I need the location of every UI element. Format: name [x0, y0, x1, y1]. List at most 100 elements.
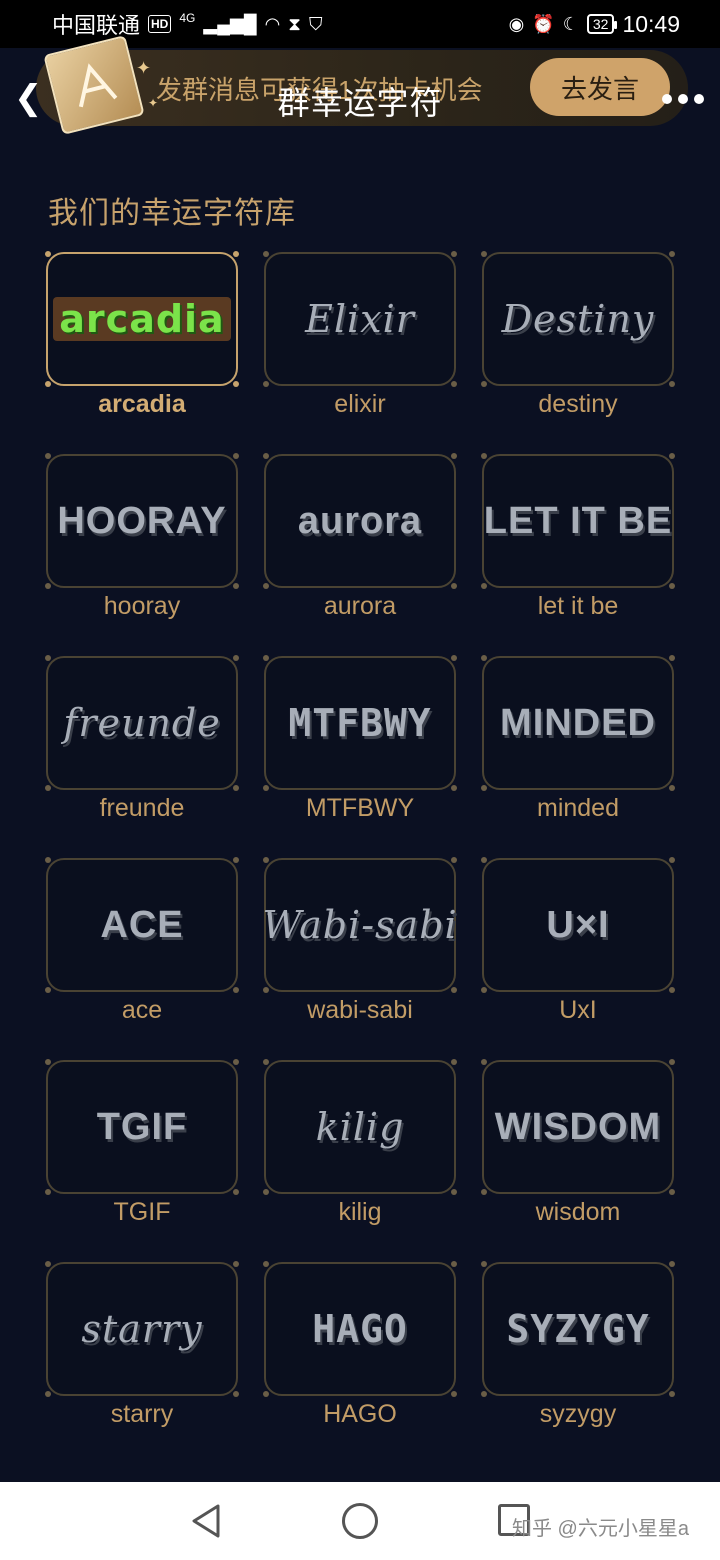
- corner-dot-icon: [263, 1391, 269, 1397]
- card-frame[interactable]: Wabi-sabi: [262, 857, 458, 993]
- character-logo: HAGO: [312, 1307, 408, 1351]
- card-frame[interactable]: MTFBWY: [263, 655, 457, 791]
- wifi-icon: ◠: [264, 13, 281, 34]
- character-logo: MINDED: [500, 701, 656, 744]
- lucky-character-card[interactable]: arcadia arcadia: [45, 251, 239, 454]
- card-frame[interactable]: Elixir: [263, 251, 457, 387]
- card-frame[interactable]: aurora: [263, 453, 457, 589]
- character-logo: arcadia: [53, 297, 231, 341]
- nav-home-icon[interactable]: [342, 1503, 378, 1539]
- lucky-character-card[interactable]: aurora aurora: [263, 453, 457, 656]
- corner-dot-icon: [451, 1059, 457, 1065]
- corner-dot-icon: [233, 453, 239, 459]
- corner-dot-icon: [481, 583, 487, 589]
- corner-dot-icon: [45, 655, 51, 661]
- card-label: let it be: [537, 592, 619, 620]
- card-label: aurora: [323, 592, 397, 620]
- lucky-character-card[interactable]: HAGO HAGO: [263, 1261, 457, 1464]
- lucky-character-card[interactable]: Destiny destiny: [481, 251, 675, 454]
- card-frame[interactable]: MINDED: [481, 655, 675, 791]
- card-frame[interactable]: SYZYGY: [481, 1261, 675, 1397]
- corner-dot-icon: [263, 1261, 269, 1267]
- card-label: destiny: [538, 390, 618, 418]
- hd-badge: HD: [148, 15, 172, 33]
- lucky-character-card[interactable]: WISDOM wisdom: [481, 1059, 675, 1262]
- character-logo: LET IT BE: [483, 499, 673, 542]
- card-label: HAGO: [323, 1400, 397, 1428]
- card-frame[interactable]: Destiny: [481, 251, 675, 387]
- corner-dot-icon: [669, 1261, 675, 1267]
- signal-bars-icon: ▂▄▆█: [203, 13, 257, 34]
- corner-dot-icon: [481, 1059, 487, 1065]
- lucky-character-card[interactable]: Wabi-sabi wabi-sabi: [262, 857, 458, 1060]
- corner-dot-icon: [45, 251, 51, 257]
- corner-dot-icon: [481, 251, 487, 257]
- page-title: 群幸运字符: [277, 85, 443, 121]
- lucky-character-card[interactable]: starry starry: [45, 1261, 239, 1464]
- section-title: 我们的幸运字符库: [48, 197, 296, 230]
- corner-dot-icon: [481, 655, 487, 661]
- corner-dot-icon: [233, 251, 239, 257]
- lucky-character-card[interactable]: MTFBWY MTFBWY: [263, 655, 457, 858]
- character-logo: Elixir: [305, 297, 415, 341]
- corner-dot-icon: [45, 1059, 51, 1065]
- corner-dot-icon: [481, 381, 487, 387]
- lucky-character-card[interactable]: HOORAY hooray: [45, 453, 239, 656]
- card-frame[interactable]: kilig: [263, 1059, 457, 1195]
- corner-dot-icon: [481, 1189, 487, 1195]
- shield-icon: ⛉: [308, 13, 323, 34]
- lucky-character-card[interactable]: kilig kilig: [263, 1059, 457, 1262]
- card-label: wisdom: [535, 1198, 621, 1226]
- lucky-character-card[interactable]: TGIF TGIF: [45, 1059, 239, 1262]
- top-header: ✦ ✦ 发群消息可获得1次抽卡机会 去发言 ❮ 群幸运字符: [0, 35, 720, 138]
- character-logo: HOORAY: [57, 499, 227, 542]
- corner-dot-icon: [451, 453, 457, 459]
- lucky-character-card[interactable]: freunde freunde: [45, 655, 239, 858]
- card-frame[interactable]: ACE: [45, 857, 239, 993]
- lucky-character-card[interactable]: ACE ace: [45, 857, 239, 1060]
- corner-dot-icon: [481, 785, 487, 791]
- corner-dot-icon: [233, 1391, 239, 1397]
- corner-dot-icon: [669, 857, 675, 863]
- corner-dot-icon: [263, 1189, 269, 1195]
- system-nav-bar: 知乎 @六元小星星a: [0, 1482, 720, 1560]
- status-left: 中国联通 HD 4G ▂▄▆█ ◠ ⧗ ⛉: [52, 8, 322, 40]
- card-frame[interactable]: starry: [45, 1261, 239, 1397]
- character-logo: Wabi-sabi: [262, 903, 458, 947]
- corner-dot-icon: [669, 453, 675, 459]
- carrier-label: 中国联通: [52, 13, 141, 38]
- card-frame[interactable]: LET IT BE: [481, 453, 675, 589]
- corner-dot-icon: [233, 1059, 239, 1065]
- corner-dot-icon: [451, 251, 457, 257]
- card-label: kilig: [338, 1198, 382, 1226]
- lucky-character-grid: arcadia arcadia Elixir elixir Destiny destiny…: [45, 251, 676, 1464]
- card-frame[interactable]: freunde: [45, 655, 239, 791]
- card-frame[interactable]: U×I: [481, 857, 675, 993]
- corner-dot-icon: [45, 381, 51, 387]
- corner-dot-icon: [451, 987, 457, 993]
- lucky-character-card[interactable]: LET IT BE let it be: [481, 453, 675, 656]
- lucky-character-card[interactable]: Elixir elixir: [263, 251, 457, 454]
- more-options-button[interactable]: [662, 94, 704, 104]
- corner-dot-icon: [451, 857, 457, 863]
- character-logo: starry: [81, 1307, 203, 1351]
- card-label: arcadia: [98, 390, 186, 418]
- card-frame[interactable]: arcadia: [45, 251, 239, 387]
- lucky-character-card[interactable]: MINDED minded: [481, 655, 675, 858]
- card-frame[interactable]: HAGO: [263, 1261, 457, 1397]
- lucky-character-card[interactable]: SYZYGY syzygy: [481, 1261, 675, 1464]
- lucky-character-card[interactable]: U×I UxI: [481, 857, 675, 1060]
- corner-dot-icon: [45, 987, 51, 993]
- corner-dot-icon: [451, 1391, 457, 1397]
- corner-dot-icon: [233, 785, 239, 791]
- more-dot-icon: [694, 94, 704, 104]
- card-frame[interactable]: TGIF: [45, 1059, 239, 1195]
- card-frame[interactable]: WISDOM: [481, 1059, 675, 1195]
- corner-dot-icon: [481, 453, 487, 459]
- character-logo: MTFBWY: [288, 701, 432, 745]
- nav-back-icon[interactable]: [188, 1502, 224, 1540]
- corner-dot-icon: [45, 1261, 51, 1267]
- card-frame[interactable]: HOORAY: [45, 453, 239, 589]
- corner-dot-icon: [263, 381, 269, 387]
- corner-dot-icon: [481, 987, 487, 993]
